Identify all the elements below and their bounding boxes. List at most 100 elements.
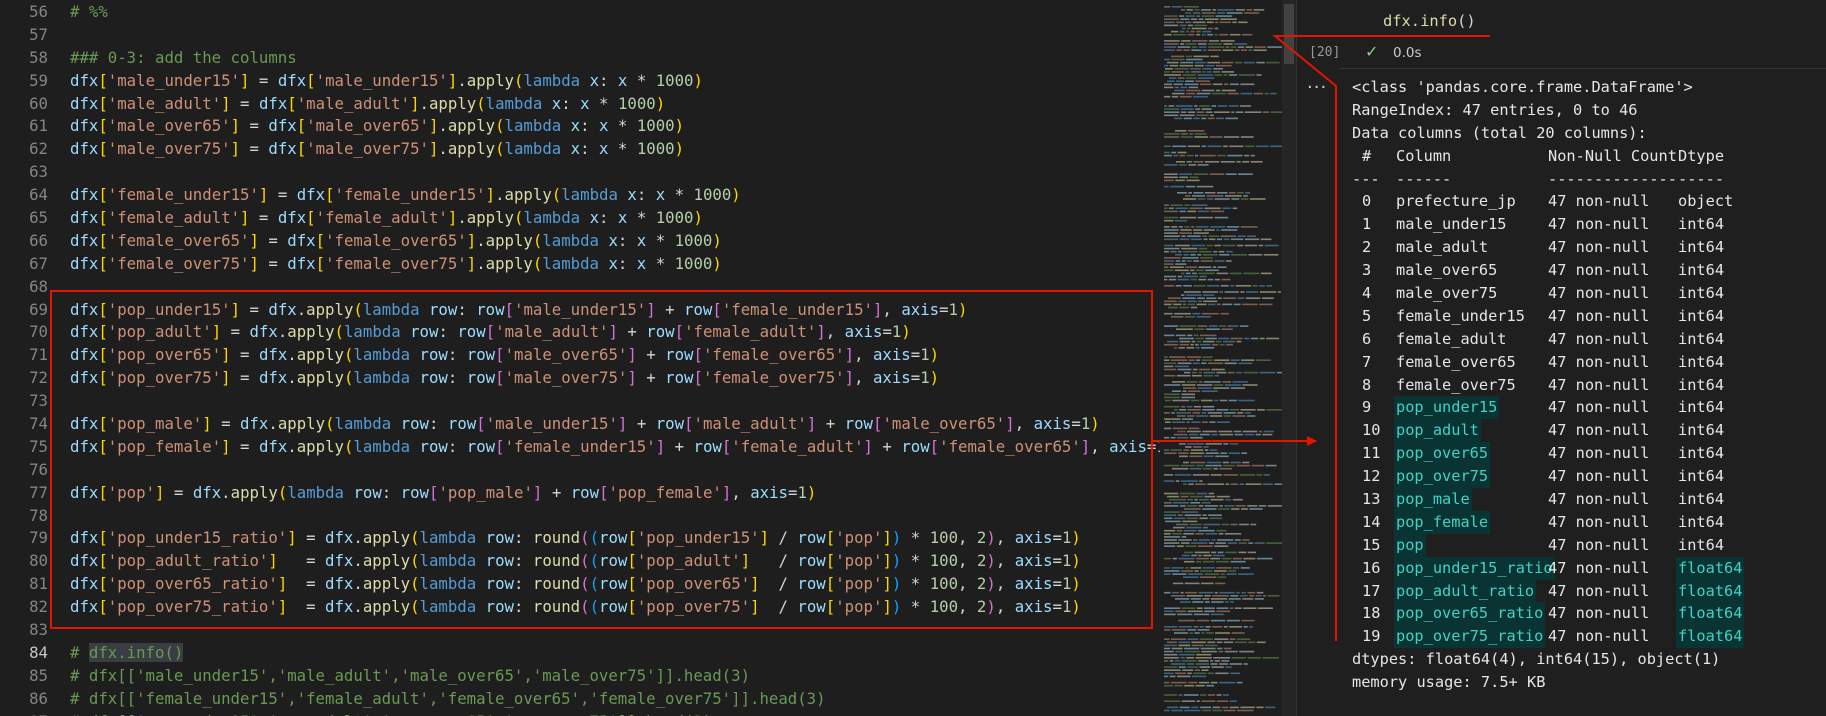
code-line[interactable]: 74 dfx['pop_male'] = dfx.apply(lambda row… (0, 413, 1160, 436)
code-token: dfx (325, 597, 354, 617)
code-line[interactable]: 82 dfx['pop_over75_ratio'] = dfx.apply(la… (0, 596, 1160, 619)
code-line[interactable]: 63 (0, 161, 1160, 184)
code-token: 1 (797, 482, 807, 502)
minimap-line (1244, 12, 1260, 14)
row-column-name: pop_female (1394, 510, 1491, 534)
code-token: ( (580, 574, 590, 594)
minimap-line (1240, 291, 1245, 293)
minimap-line (1217, 9, 1235, 11)
code-line[interactable]: 72 dfx['pop_over75'] = dfx.apply(lambda r… (0, 367, 1160, 390)
output-more-actions-button[interactable]: ... (1307, 72, 1327, 93)
minimap-line (1224, 83, 1229, 86)
code-line[interactable]: 64 dfx['female_under15'] = dfx['female_un… (0, 184, 1160, 207)
minimap-line (1220, 285, 1229, 287)
code-token: 1000 (655, 70, 694, 90)
row-index: 17 (1362, 581, 1381, 600)
minimap-line (1169, 498, 1186, 501)
code-line[interactable]: 62 dfx['male_over75'] = dfx['male_over75'… (0, 138, 1160, 161)
code-token: row (797, 574, 826, 594)
minimap[interactable] (1160, 0, 1282, 716)
minimap-line (1227, 92, 1239, 95)
code-token: x (608, 253, 618, 273)
info-table-row: 11 pop_over65 47 non-null int64 (1352, 442, 1724, 466)
code-editor[interactable]: 56 # %% 57 58 ### 0-3: add the columns 59 dfx[… (0, 0, 1160, 716)
row-column-name: pop_adult_ratio (1394, 579, 1537, 603)
minimap-line (1207, 117, 1215, 120)
minimap-line (1229, 663, 1243, 665)
code-line[interactable]: 77 dfx['pop'] = dfx.apply(lambda row: row… (0, 482, 1160, 505)
minimap-line (1230, 672, 1241, 675)
code-line[interactable]: 73 (0, 390, 1160, 413)
code-token: , (995, 528, 1015, 548)
code-token: [ (721, 436, 732, 456)
code-line[interactable]: 84 # dfx.info() (0, 642, 1160, 665)
minimap-line (1195, 663, 1210, 665)
code-line[interactable]: 70 dfx['pop_adult'] = dfx.apply(lambda ro… (0, 321, 1160, 344)
code-line[interactable]: 66 dfx['female_over65'] = dfx['female_ove… (0, 230, 1160, 253)
separator-dtype: ----- (1678, 169, 1725, 188)
code-line[interactable]: 78 (0, 505, 1160, 528)
code-line[interactable]: 76 (0, 459, 1160, 482)
code-line[interactable]: 58 ### 0-3: add the columns (0, 47, 1160, 70)
code-line[interactable]: 59 dfx['male_under15'] = dfx['male_under1… (0, 70, 1160, 93)
scrollbar-thumb[interactable] (1284, 4, 1294, 64)
code-line[interactable]: 60 dfx['male_adult'] = dfx['male_adult'].… (0, 93, 1160, 116)
minimap-line (1202, 49, 1207, 51)
code-line[interactable]: 71 dfx['pop_over65'] = dfx.apply(lambda r… (0, 344, 1160, 367)
code-token: [ (495, 345, 505, 365)
code-line[interactable]: 57 (0, 24, 1160, 47)
code-line[interactable]: 65 dfx['female_adult'] = dfx['female_adul… (0, 207, 1160, 230)
minimap-line (1196, 359, 1201, 361)
code-line[interactable]: 83 (0, 619, 1160, 642)
code-line[interactable]: 67 dfx['female_over75'] = dfx['female_ove… (0, 253, 1160, 276)
code-token: dfx (70, 230, 99, 250)
code-line[interactable]: 85 # dfx[['male_under15','male_adult','ma… (0, 665, 1160, 688)
minimap-line (1187, 111, 1196, 113)
minimap-line (1219, 591, 1235, 594)
minimap-line (1254, 598, 1264, 600)
line-number: 71 (29, 345, 48, 365)
code-token: = (287, 597, 326, 617)
minimap-line (1241, 619, 1255, 622)
cell-source[interactable]: dfx.info() (1383, 12, 1476, 30)
code-line[interactable]: 80 dfx['pop_adult_ratio'] = dfx.apply(lam… (0, 550, 1160, 573)
code-token: ) (712, 230, 722, 250)
minimap-line (1186, 405, 1193, 408)
minimap-line (1164, 644, 1177, 647)
vertical-scrollbar[interactable] (1282, 0, 1296, 716)
code-line[interactable]: 69 dfx['pop_under15'] = dfx.apply(lambda … (0, 299, 1160, 322)
minimap-line (1180, 86, 1188, 89)
code-line[interactable]: 86 # dfx[['female_under15','female_adult'… (0, 688, 1160, 711)
row-column-name: male_over65 (1396, 261, 1498, 280)
code-line[interactable]: 75 dfx['pop_female'] = dfx.apply(lambda r… (0, 436, 1160, 459)
minimap-line (1240, 92, 1253, 95)
minimap-line (1164, 40, 1180, 42)
minimap-line (1179, 232, 1193, 234)
minimap-line (1254, 46, 1266, 48)
code-line[interactable]: 56 # %% (0, 1, 1160, 24)
code-token: * (901, 551, 930, 571)
minimap-line (1230, 285, 1235, 287)
minimap-line (1218, 533, 1224, 535)
code-token: 'female_over65' (702, 345, 845, 365)
code-line[interactable]: 61 dfx['male_over65'] = dfx['male_over65'… (0, 115, 1160, 138)
code-token: : (617, 230, 637, 250)
minimap-line (1164, 570, 1180, 572)
row-non-null-count: 47 non-null (1548, 329, 1650, 348)
minimap-line (1218, 430, 1233, 433)
code-token: 'pop_female' (608, 482, 722, 502)
code-lines: 56 # %% 57 58 ### 0-3: add the columns 59 dfx[… (0, 1, 1160, 716)
code-line[interactable]: 68 (0, 276, 1160, 299)
code-token: ] (844, 368, 855, 388)
minimap-line (1215, 632, 1230, 634)
code-token: ] (608, 322, 618, 342)
code-line[interactable]: 87# dfx[['pop_under15','pop_adult','pop_… (0, 711, 1160, 716)
code-line[interactable]: 79 dfx['pop_under15_ratio'] = dfx.apply(l… (0, 527, 1160, 550)
minimap-line (1224, 362, 1237, 365)
minimap-line (1223, 415, 1231, 417)
minimap-line (1232, 415, 1246, 417)
code-token: = (249, 70, 278, 90)
code-line[interactable]: 81 dfx['pop_over65_ratio'] = dfx.apply(la… (0, 573, 1160, 596)
minimap-line (1198, 591, 1214, 594)
